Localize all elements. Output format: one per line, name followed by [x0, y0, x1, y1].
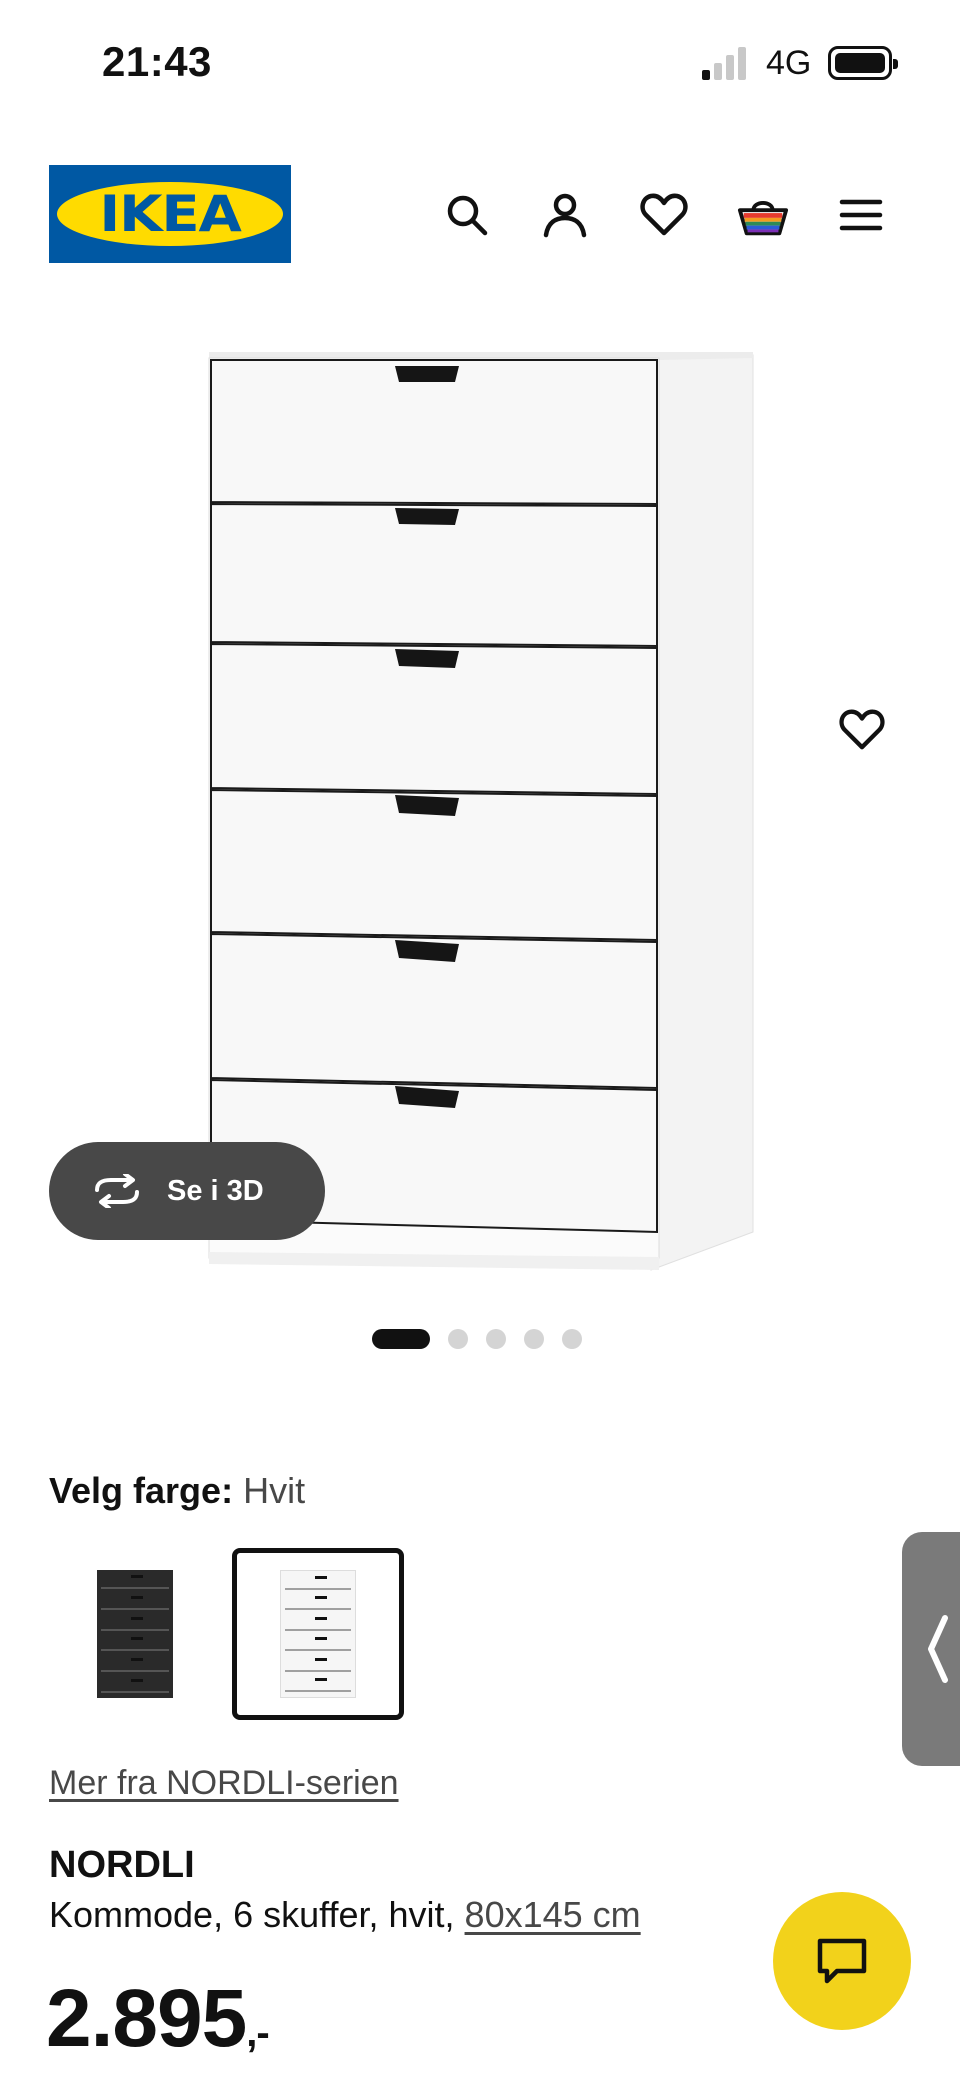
product-description-line: Kommode, 6 skuffer, hvit, 80x145 cm: [49, 1894, 641, 1936]
product-description: Kommode, 6 skuffer, hvit,: [49, 1894, 455, 1935]
black-dresser-thumbnail: [97, 1570, 173, 1698]
status-time: 21:43: [102, 38, 212, 85]
color-option-black[interactable]: [49, 1548, 221, 1720]
side-drawer-tab[interactable]: [902, 1532, 960, 1766]
carousel-dot[interactable]: [486, 1329, 506, 1349]
heart-icon[interactable]: [638, 189, 690, 241]
product-price: 2.895,-: [46, 1972, 270, 2066]
logo-text: IKEA: [99, 185, 241, 243]
account-icon[interactable]: [539, 189, 591, 241]
white-dresser-thumbnail: [280, 1570, 356, 1698]
selected-color-value: Hvit: [243, 1470, 306, 1511]
product-dimensions-link[interactable]: 80x145 cm: [465, 1894, 641, 1935]
product-name: NORDLI: [49, 1844, 195, 1886]
carousel-dot[interactable]: [448, 1329, 468, 1349]
chat-bubble-icon: [817, 1938, 867, 1984]
chevron-left-icon: [928, 1615, 948, 1683]
site-header: IKEA: [0, 165, 960, 265]
ikea-logo[interactable]: IKEA: [49, 165, 291, 263]
carousel-dot[interactable]: [524, 1329, 544, 1349]
signal-strength-icon: [702, 46, 750, 80]
carousel-dot[interactable]: [562, 1329, 582, 1349]
color-selector-title: Velg farge: Hvit: [49, 1470, 305, 1512]
product-image: [208, 352, 754, 1271]
search-icon[interactable]: [441, 189, 493, 241]
view-in-3d-label: Se i 3D: [167, 1174, 264, 1207]
menu-icon[interactable]: [835, 189, 887, 241]
status-bar: 21:43 4G: [0, 0, 960, 120]
color-label: Velg farge:: [49, 1470, 234, 1511]
network-type: 4G: [766, 44, 812, 82]
price-suffix: ,-: [246, 2011, 269, 2055]
price-value: 2.895: [46, 1973, 247, 2064]
chat-button[interactable]: [773, 1892, 911, 2030]
color-option-white[interactable]: [232, 1548, 404, 1720]
rotate-3d-icon: [95, 1174, 139, 1208]
battery-icon: [828, 46, 898, 80]
add-to-favourites-button[interactable]: [832, 700, 892, 760]
carousel-dot[interactable]: [372, 1329, 430, 1349]
heart-icon: [839, 709, 885, 750]
basket-icon[interactable]: [737, 189, 789, 241]
carousel-indicator: [372, 1328, 582, 1350]
view-in-3d-button[interactable]: Se i 3D: [49, 1142, 325, 1240]
series-link[interactable]: Mer fra NORDLI-serien: [49, 1764, 399, 1803]
